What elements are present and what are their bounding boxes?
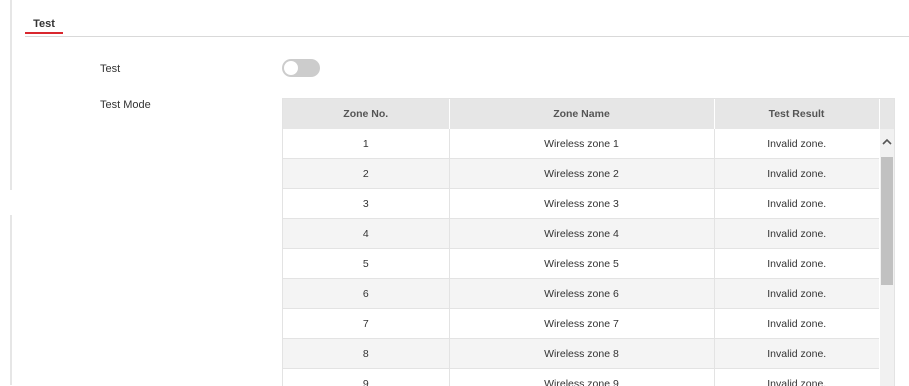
zone-no-cell: 1 <box>283 129 449 159</box>
zone-name-cell: Wireless zone 3 <box>449 189 714 219</box>
test-result-cell: Invalid zone. <box>714 129 879 159</box>
scroll-header-filler <box>879 99 894 129</box>
tab-test[interactable]: Test <box>25 16 63 34</box>
zone-no-cell: 7 <box>283 309 449 339</box>
table-row: 8 Wireless zone 8 Invalid zone. <box>283 339 879 369</box>
zone-table: Zone No. Zone Name Test Result 1 Wireles… <box>283 99 880 386</box>
test-result-cell: Invalid zone. <box>714 309 879 339</box>
table-row: 2 Wireless zone 2 Invalid zone. <box>283 159 879 189</box>
zone-no-cell: 3 <box>283 189 449 219</box>
table-row: 7 Wireless zone 7 Invalid zone. <box>283 309 879 339</box>
test-result-cell: Invalid zone. <box>714 189 879 219</box>
test-result-cell: Invalid zone. <box>714 279 879 309</box>
table-row: 9 Wireless zone 9 Invalid zone. <box>283 369 879 386</box>
table-scrollbar[interactable] <box>880 129 894 386</box>
table-row: 4 Wireless zone 4 Invalid zone. <box>283 219 879 249</box>
chevron-up-icon[interactable] <box>880 129 894 155</box>
column-header-zone-name: Zone Name <box>449 99 714 129</box>
zone-no-cell: 8 <box>283 339 449 369</box>
zone-no-cell: 2 <box>283 159 449 189</box>
zone-table-container: Zone No. Zone Name Test Result 1 Wireles… <box>282 98 895 386</box>
toggle-knob <box>284 61 298 75</box>
column-header-test-result: Test Result <box>714 99 879 129</box>
table-header-row: Zone No. Zone Name Test Result <box>283 99 879 129</box>
zone-name-cell: Wireless zone 2 <box>449 159 714 189</box>
table-row: 1 Wireless zone 1 Invalid zone. <box>283 129 879 159</box>
zone-no-cell: 5 <box>283 249 449 279</box>
zone-name-cell: Wireless zone 4 <box>449 219 714 249</box>
scrollbar-thumb[interactable] <box>881 157 893 285</box>
test-result-cell: Invalid zone. <box>714 369 879 386</box>
zone-name-cell: Wireless zone 9 <box>449 369 714 386</box>
tab-bar: Test <box>25 16 909 37</box>
column-header-zone-no: Zone No. <box>283 99 449 129</box>
test-toggle[interactable] <box>282 59 320 77</box>
zone-name-cell: Wireless zone 5 <box>449 249 714 279</box>
table-row: 3 Wireless zone 3 Invalid zone. <box>283 189 879 219</box>
zone-name-cell: Wireless zone 7 <box>449 309 714 339</box>
zone-name-cell: Wireless zone 1 <box>449 129 714 159</box>
test-label: Test <box>100 63 120 75</box>
left-panel-border-bottom <box>10 215 12 385</box>
left-panel-border-top <box>10 0 12 190</box>
zone-name-cell: Wireless zone 8 <box>449 339 714 369</box>
test-result-cell: Invalid zone. <box>714 339 879 369</box>
test-mode-label: Test Mode <box>100 99 151 111</box>
table-row: 6 Wireless zone 6 Invalid zone. <box>283 279 879 309</box>
test-result-cell: Invalid zone. <box>714 219 879 249</box>
zone-no-cell: 6 <box>283 279 449 309</box>
table-row: 5 Wireless zone 5 Invalid zone. <box>283 249 879 279</box>
test-result-cell: Invalid zone. <box>714 249 879 279</box>
zone-no-cell: 4 <box>283 219 449 249</box>
test-result-cell: Invalid zone. <box>714 159 879 189</box>
zone-no-cell: 9 <box>283 369 449 386</box>
zone-name-cell: Wireless zone 6 <box>449 279 714 309</box>
